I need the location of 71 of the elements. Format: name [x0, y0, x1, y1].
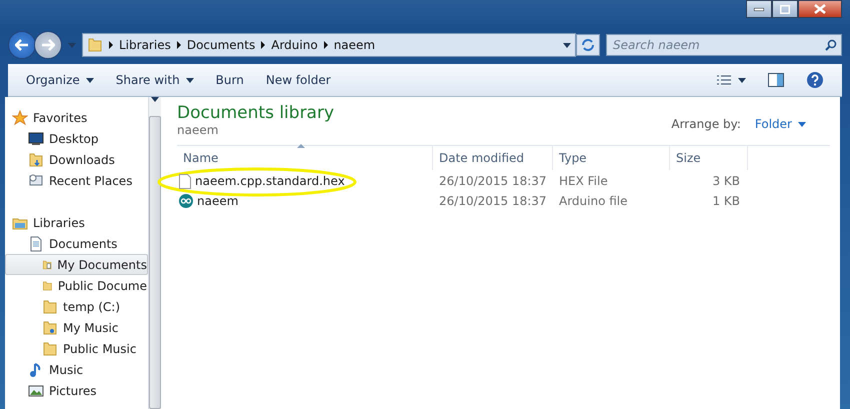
date-cell-text: 26/10/2015 18:37 — [438, 194, 548, 208]
close-button[interactable] — [798, 0, 842, 18]
address-bar[interactable]: Libraries Documents Arduino naeem — [82, 33, 576, 57]
caret-icon — [186, 78, 194, 82]
folder-icon — [87, 37, 103, 53]
picture-icon — [28, 382, 44, 398]
breadcrumb[interactable]: Libraries — [119, 38, 171, 52]
sidebar-item[interactable]: Public Docume — [5, 275, 148, 296]
toolbar-button[interactable]: New folder — [258, 69, 339, 91]
breadcrumb[interactable]: Arduino — [271, 38, 318, 52]
type-cell-text: Arduino file — [558, 194, 629, 208]
minimize-button[interactable] — [746, 0, 772, 18]
star-icon — [12, 110, 28, 126]
folder-icon — [28, 152, 44, 168]
size-cell-text: 1 KB — [711, 194, 741, 208]
sidebar-item[interactable]: Desktop — [5, 128, 148, 149]
minimize-icon — [754, 8, 764, 10]
search-input[interactable]: Search naeem — [611, 35, 825, 55]
maximize-icon — [780, 4, 790, 14]
close-icon — [814, 4, 826, 14]
caret-icon — [86, 78, 94, 82]
toolbar-button[interactable]: Burn — [208, 69, 252, 91]
caret-icon — [798, 122, 806, 126]
sidebar-item[interactable]: My Documents — [5, 254, 148, 275]
file-name[interactable]: naeem.cpp.standard.hex — [177, 174, 433, 188]
back-arrow-icon — [15, 39, 29, 51]
refresh-icon — [581, 39, 595, 51]
toolbar-button[interactable]: Organize — [18, 69, 102, 91]
sidebar-heading[interactable]: Libraries — [5, 212, 148, 233]
caret-icon — [738, 78, 746, 82]
infinity-logo-icon — [179, 194, 193, 208]
library-title: Documents library — [177, 103, 334, 123]
size-cell-text: 3 KB — [711, 174, 741, 188]
sort-arrow-icon — [297, 144, 305, 148]
forward-button[interactable] — [34, 31, 62, 59]
toolbar-button[interactable]: Share with — [108, 69, 202, 91]
sidebar-heading[interactable]: Favorites — [5, 107, 148, 128]
caret-icon — [68, 42, 76, 48]
preview-pane-icon — [768, 73, 784, 87]
folder-icon — [42, 340, 58, 356]
arrange-dropdown[interactable]: Folder — [754, 117, 806, 131]
sidebar-item[interactable]: Public Music — [5, 338, 148, 359]
refresh-button[interactable] — [576, 34, 600, 56]
document-icon — [28, 236, 44, 252]
help-icon — [806, 71, 824, 89]
breadcrumb[interactable]: Documents — [186, 38, 256, 52]
sidebar-item[interactable]: Pictures — [5, 380, 148, 401]
arrange-label: Arrange by: — [671, 117, 741, 131]
sidebar-item[interactable]: Recent Places — [5, 170, 148, 191]
search-field[interactable]: Search naeem — [606, 34, 842, 56]
search-icon — [825, 39, 837, 51]
back-button[interactable] — [8, 31, 36, 59]
sidebar-item[interactable]: temp (C:) — [5, 296, 148, 317]
date-cell-text: 26/10/2015 18:37 — [438, 174, 548, 188]
folder-icon — [42, 298, 58, 314]
forward-arrow-icon — [41, 39, 55, 51]
sidebar-item[interactable]: Documents — [5, 233, 148, 254]
monitor-icon — [28, 130, 44, 146]
scrollbar[interactable] — [148, 97, 161, 409]
file-name[interactable]: naeem — [177, 194, 433, 208]
type-cell-text: HEX File — [558, 174, 609, 188]
sidebar-item[interactable]: Downloads — [5, 149, 148, 170]
caret-icon — [563, 42, 571, 48]
library-subtitle: naeem — [177, 123, 220, 137]
sidebar-item[interactable]: Music — [5, 359, 148, 380]
maximize-button[interactable] — [772, 0, 798, 18]
blank-file-icon — [179, 174, 191, 188]
folder-icon — [42, 320, 58, 336]
breadcrumb[interactable]: naeem — [334, 38, 376, 52]
sidebar-item[interactable]: My Music — [5, 317, 148, 338]
list-view-icon — [716, 74, 732, 86]
